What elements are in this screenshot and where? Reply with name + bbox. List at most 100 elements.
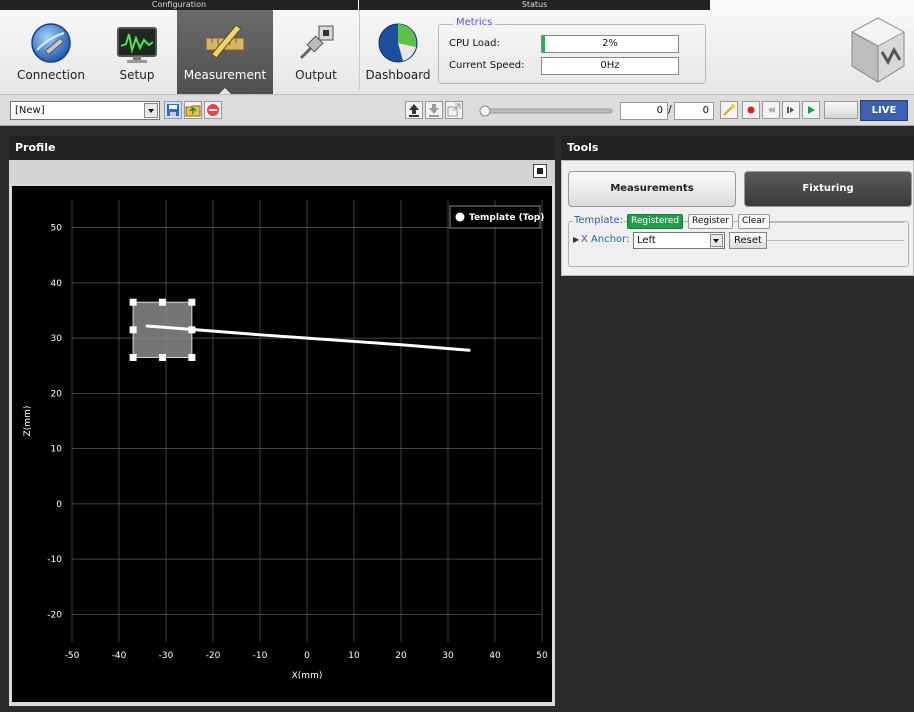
measurement-label: Measurement — [183, 68, 267, 82]
expand-triangle-icon[interactable]: ▶ — [573, 235, 579, 244]
frame-separator: / — [668, 103, 672, 116]
resize-handle[interactable] — [129, 298, 137, 306]
record-icon[interactable] — [742, 101, 760, 119]
export-icon[interactable] — [445, 101, 463, 119]
cpu-load-row: CPU Load: 2% — [449, 35, 695, 53]
x-tick-label: 0 — [304, 651, 310, 661]
resize-handle[interactable] — [188, 298, 196, 306]
y-tick-label: 20 — [51, 389, 63, 399]
cpu-load-label: CPU Load: — [449, 38, 500, 49]
tools-body: Measurements Fixturing Template: Registe… — [561, 160, 914, 276]
connection-button[interactable]: Connection — [12, 10, 90, 94]
x-tick-label: -20 — [206, 651, 221, 661]
x-axis-label: X(mm) — [292, 671, 323, 681]
wand-icon[interactable] — [720, 101, 738, 119]
upload-icon[interactable] — [405, 101, 423, 119]
tools-title: Tools — [561, 136, 914, 160]
frame-current-field[interactable]: 0 — [620, 102, 668, 120]
x-anchor-value: Left — [637, 235, 656, 246]
x-anchor-label: X Anchor: — [581, 234, 630, 245]
y-tick-label: 0 — [56, 500, 62, 510]
resize-handle[interactable] — [129, 326, 137, 334]
current-speed-label: Current Speed: — [449, 60, 525, 71]
setup-label: Setup — [119, 68, 155, 82]
step-forward-icon[interactable] — [782, 101, 800, 119]
profile-panel: Profile -50 -40 -30 -20 -10 0 10 20 30 40 50 -20 -10… — [9, 136, 555, 706]
save-icon[interactable] — [164, 101, 182, 119]
x-tick-label: -40 — [112, 651, 127, 661]
connection-label: Connection — [17, 68, 85, 82]
load-folder-icon[interactable] — [184, 101, 202, 119]
template-label: Template: — [573, 215, 624, 226]
x-tick-label: 10 — [348, 651, 360, 661]
register-button[interactable]: Register — [688, 214, 734, 229]
delete-icon[interactable] — [204, 101, 222, 119]
frame-total-field[interactable]: 0 — [674, 102, 714, 120]
x-tick-label: 30 — [442, 651, 454, 661]
current-speed-bar: 0Hz — [541, 57, 679, 75]
current-speed-row: Current Speed: 0Hz — [449, 57, 695, 75]
tools-panel: Tools Measurements Fixturing Template: R… — [561, 136, 914, 706]
x-tick-label: -30 — [159, 651, 174, 661]
reset-button[interactable]: Reset — [729, 232, 767, 249]
setup-button[interactable]: Setup — [98, 10, 176, 94]
measurement-button[interactable]: Measurement — [177, 10, 273, 94]
resize-handle[interactable] — [158, 298, 166, 306]
clear-button[interactable]: Clear — [738, 214, 770, 229]
resize-handle[interactable] — [188, 353, 196, 361]
live-toggle-switch[interactable] — [824, 101, 858, 119]
legend-label: Template (Top) — [469, 213, 544, 223]
job-select[interactable]: [New] — [10, 101, 160, 120]
x-tick-label: -50 — [65, 651, 80, 661]
cpu-load-bar: 2% — [541, 35, 679, 53]
output-button[interactable]: Output — [278, 10, 354, 94]
resize-handle[interactable] — [129, 353, 137, 361]
x-tick-label: 20 — [395, 651, 407, 661]
y-tick-label: 30 — [51, 334, 63, 344]
metrics-title: Metrics — [453, 17, 496, 28]
toolbar: [New] 0 / 0 LIVE — [0, 95, 914, 126]
play-icon[interactable] — [802, 101, 820, 119]
status-group-header: Status — [359, 0, 710, 10]
profile-chart[interactable]: -50 -40 -30 -20 -10 0 10 20 30 40 50 -20 -10 0 10 20 30 4… — [12, 186, 552, 702]
y-tick-label: 10 — [51, 445, 63, 455]
x-anchor-select[interactable]: Left — [633, 232, 725, 249]
tab-measurements[interactable]: Measurements — [568, 171, 736, 207]
plug-cable-icon — [299, 25, 334, 60]
y-tick-label: 50 — [51, 224, 63, 234]
playback-slider[interactable] — [478, 104, 618, 118]
monitor-waveform-icon — [117, 27, 157, 63]
y-tick-label: -20 — [47, 610, 62, 620]
tab-fixturing[interactable]: Fixturing — [744, 171, 912, 207]
y-axis-label: Z(mm) — [23, 406, 33, 437]
cpu-load-value: 2% — [602, 38, 618, 49]
output-label: Output — [295, 68, 337, 82]
configuration-group-header: Configuration — [0, 0, 358, 10]
current-speed-value: 0Hz — [600, 60, 620, 71]
logo-3d-cube-icon — [850, 17, 906, 83]
chevron-down-icon — [710, 234, 723, 247]
download-icon[interactable] — [425, 101, 443, 119]
live-button[interactable]: LIVE — [860, 100, 908, 121]
x-tick-label: -10 — [253, 651, 268, 661]
profile-subbar — [9, 160, 555, 184]
rewind-icon[interactable] — [762, 101, 780, 119]
profile-plot[interactable]: -50 -40 -30 -20 -10 0 10 20 30 40 50 -20 -10 0 10 20 30 4… — [12, 186, 552, 702]
maximize-icon[interactable] — [533, 164, 547, 178]
job-select-value: [New] — [15, 105, 45, 116]
x-tick-label: 50 — [536, 651, 548, 661]
dashboard-label: Dashboard — [365, 68, 431, 82]
pie-dashboard-icon — [378, 23, 418, 63]
chevron-down-icon — [144, 103, 158, 118]
y-tick-label: 40 — [51, 279, 63, 289]
dashboard-button[interactable]: Dashboard — [362, 10, 434, 94]
registered-status-badge: Registered — [627, 214, 684, 229]
legend-marker — [455, 212, 465, 222]
fixturing-group: Template: Registered Register Clear ▶ X … — [568, 214, 909, 267]
resize-handle[interactable] — [158, 353, 166, 361]
x-tick-label: 40 — [489, 651, 501, 661]
y-tick-label: -10 — [47, 555, 62, 565]
ribbon: Configuration Status Connection Setup Me… — [0, 0, 914, 95]
metrics-group: Metrics CPU Load: 2% Current Speed: 0Hz — [438, 17, 706, 84]
profile-title: Profile — [9, 136, 555, 160]
